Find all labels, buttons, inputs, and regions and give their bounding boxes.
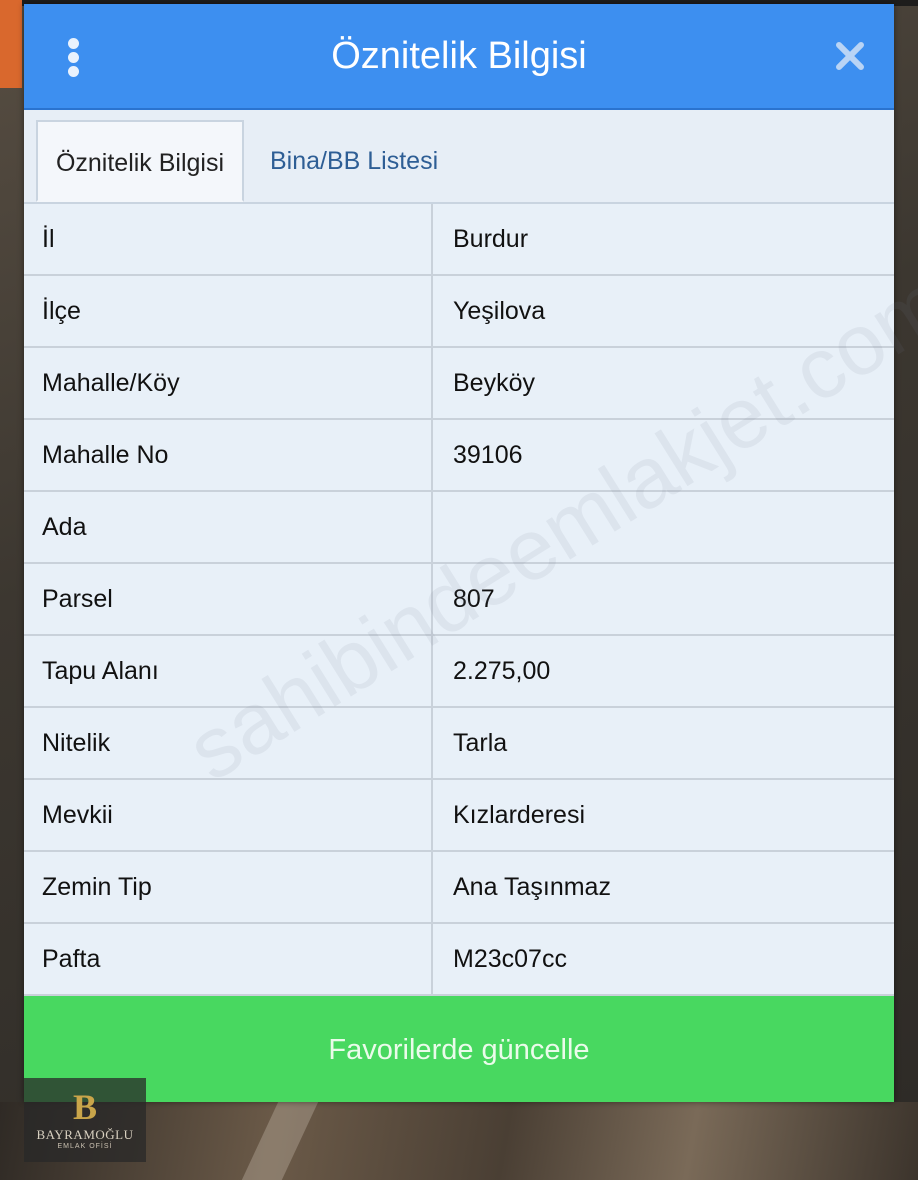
table-row: Nitelik Tarla bbox=[24, 708, 894, 780]
agency-logo: B BAYRAMOĞLU EMLAK OFİSİ bbox=[24, 1078, 146, 1162]
dialog-header: Öznitelik Bilgisi bbox=[24, 4, 894, 110]
row-label: Mevkii bbox=[24, 780, 433, 850]
table-row: İlçe Yeşilova bbox=[24, 276, 894, 348]
row-label: Mahalle/Köy bbox=[24, 348, 433, 418]
row-label: Tapu Alanı bbox=[24, 636, 433, 706]
update-favorites-button[interactable]: Favorilerde güncelle bbox=[24, 996, 894, 1102]
row-value bbox=[435, 492, 894, 562]
logo-name: BAYRAMOĞLU bbox=[36, 1127, 134, 1142]
table-row: Parsel 807 bbox=[24, 564, 894, 636]
attribute-dialog: Öznitelik Bilgisi Öznitelik Bilgisi Bina… bbox=[24, 4, 918, 1102]
table-row: Ada bbox=[24, 492, 894, 564]
row-value: M23c07cc bbox=[453, 945, 567, 973]
attribute-table: İl Burdur İlçe Yeşilova Mahalle/Köy Beyk… bbox=[24, 204, 894, 996]
table-row: İl Burdur bbox=[24, 204, 894, 276]
row-value: 2.275,00 bbox=[453, 657, 551, 685]
row-label: Pafta bbox=[24, 924, 433, 994]
row-value: 39106 bbox=[453, 441, 523, 469]
row-label: Ada bbox=[24, 492, 433, 562]
row-value: Burdur bbox=[453, 225, 529, 253]
row-label: Nitelik bbox=[24, 708, 433, 778]
row-label: Zemin Tip bbox=[24, 852, 433, 922]
logo-subtitle: EMLAK OFİSİ bbox=[57, 1143, 113, 1150]
dialog-title: Öznitelik Bilgisi bbox=[331, 35, 587, 77]
row-value: Yeşilova bbox=[453, 297, 546, 325]
tab-attribute-info[interactable]: Öznitelik Bilgisi bbox=[36, 120, 244, 202]
map-orange-marker bbox=[0, 0, 22, 88]
row-value: 807 bbox=[453, 585, 495, 613]
logo-letter: B bbox=[72, 1087, 97, 1127]
table-row: Zemin Tip Ana Taşınmaz bbox=[24, 852, 894, 924]
table-row: Mahalle/Köy Beyköy bbox=[24, 348, 894, 420]
row-label: Parsel bbox=[24, 564, 433, 634]
row-value: Ana Taşınmaz bbox=[453, 873, 611, 901]
tab-building-list[interactable]: Bina/BB Listesi bbox=[270, 120, 438, 202]
row-value: Beyköy bbox=[453, 369, 535, 397]
row-value: Tarla bbox=[453, 729, 508, 757]
tab-bar: Öznitelik Bilgisi Bina/BB Listesi bbox=[24, 110, 894, 204]
row-label: İl bbox=[24, 204, 433, 274]
table-row: Mahalle No 39106 bbox=[24, 420, 894, 492]
row-label: İlçe bbox=[24, 276, 433, 346]
row-label: Mahalle No bbox=[24, 420, 433, 490]
row-value: Kızlarderesi bbox=[453, 801, 585, 829]
table-row: Tapu Alanı 2.275,00 bbox=[24, 636, 894, 708]
close-icon[interactable] bbox=[832, 38, 868, 74]
table-row: Mevkii Kızlarderesi bbox=[24, 780, 894, 852]
table-row: Pafta M23c07cc bbox=[24, 924, 894, 996]
